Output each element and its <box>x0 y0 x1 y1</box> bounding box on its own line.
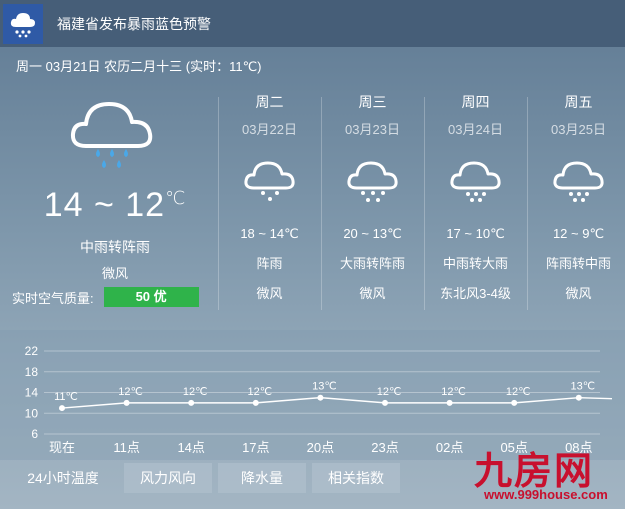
date-line: 周一 03月21日 农历二月十三 (实时：11℃) <box>16 59 262 74</box>
forecast-day-thu: 周四 03月24日 17 ~ 10℃ 中雨转大雨 东北风3-4级 <box>424 90 527 302</box>
aqi-label: 实时空气质量: <box>12 290 94 306</box>
temperature-line-tail <box>578 396 613 400</box>
rain-cloud-icon <box>550 158 608 206</box>
forecast-wind: 微风 <box>565 286 592 301</box>
x-tick-label: 现在 <box>49 440 75 455</box>
forecast-day-date: 03月24日 <box>448 122 503 137</box>
temperature-point <box>123 399 130 406</box>
y-tick-label: 22 <box>25 344 39 358</box>
alert-bar[interactable]: 福建省发布暴雨蓝色预警 <box>0 0 625 47</box>
watermark-logo: 九房网 www.999house.com <box>472 440 622 506</box>
chart-tabs: 24小时温度 风力风向 降水量 相关指数 <box>8 463 406 493</box>
data-label: 12℃ <box>377 386 402 398</box>
data-label: 12℃ <box>183 386 208 398</box>
data-label: 11℃ <box>54 391 78 403</box>
y-tick-label: 18 <box>25 365 39 379</box>
y-tick-label: 10 <box>25 406 39 420</box>
x-tick-label: 20点 <box>307 440 334 455</box>
forecast-day-name: 周四 <box>461 94 490 110</box>
data-label: 13℃ <box>312 381 337 393</box>
temperature-point <box>252 399 259 406</box>
today-temp-unit: ℃ <box>165 188 187 208</box>
x-tick-label: 14点 <box>177 440 204 455</box>
temperature-point <box>446 399 453 406</box>
rain-cloud-icon <box>64 94 164 179</box>
data-label: 12℃ <box>506 386 531 398</box>
forecast-desc: 阵雨转中雨 <box>545 256 611 271</box>
forecast-day-tue: 周二 03月22日 18 ~ 14℃ 阵雨 微风 <box>218 90 321 302</box>
data-label: 12℃ <box>441 386 466 398</box>
tab-24h-temperature[interactable]: 24小时温度 <box>8 463 118 493</box>
today-wind: 微风 <box>101 266 128 281</box>
today-temp-range: 14 ~ 12 <box>43 186 166 224</box>
forecast-day-date: 03月22日 <box>242 122 297 137</box>
forecast-temp: 12 ~ 9℃ <box>552 226 605 241</box>
forecast-day-date: 03月25日 <box>551 122 606 137</box>
alert-text[interactable]: 福建省发布暴雨蓝色预警 <box>57 14 211 34</box>
data-label: 12℃ <box>118 386 143 398</box>
forecast-wind: 微风 <box>256 286 283 301</box>
forecast-day-name: 周二 <box>255 94 284 110</box>
forecast-day-date: 03月23日 <box>345 122 400 137</box>
forecast-day-name: 周五 <box>564 94 593 110</box>
temperature-point <box>511 399 518 406</box>
rain-cloud-icon <box>447 158 505 206</box>
watermark-url: www.999house.com <box>484 487 608 502</box>
today-weather-desc: 中雨转阵雨 <box>80 239 150 255</box>
today-panel: 14 ~ 12℃ 中雨转阵雨 微风 实时空气质量: 50 优 <box>0 90 230 310</box>
temperature-point <box>382 399 388 406</box>
tab-precipitation[interactable]: 降水量 <box>218 463 306 493</box>
forecast-temp: 17 ~ 10℃ <box>446 226 505 241</box>
heavy-rain-cloud-icon <box>344 158 402 206</box>
forecast-wind: 微风 <box>359 286 386 301</box>
forecast-temp: 18 ~ 14℃ <box>240 226 299 241</box>
forecast-desc: 阵雨 <box>256 256 283 271</box>
forecast-wind: 东北风3-4级 <box>440 286 511 301</box>
forecast-temp: 20 ~ 13℃ <box>343 226 402 241</box>
forecast-desc: 中雨转大雨 <box>442 256 508 271</box>
tab-wind[interactable]: 风力风向 <box>124 463 212 493</box>
temperature-point <box>317 394 324 401</box>
y-tick-label: 14 <box>25 386 39 400</box>
y-tick-label: 6 <box>31 427 38 441</box>
x-tick-label: 17点 <box>242 440 269 455</box>
aqi-badge[interactable]: 50 优 <box>103 287 199 307</box>
x-tick-label: 23点 <box>371 440 398 455</box>
today-temperature: 14 ~ 12℃ <box>0 186 230 225</box>
light-rain-cloud-icon <box>241 158 299 206</box>
x-tick-label: 11点 <box>113 440 140 455</box>
temperature-point <box>188 399 195 406</box>
data-label: 12℃ <box>248 386 273 398</box>
tab-indices[interactable]: 相关指数 <box>312 463 400 493</box>
forecast-desc: 大雨转阵雨 <box>339 256 405 271</box>
forecast-day-wed: 周三 03月23日 20 ~ 13℃ 大雨转阵雨 微风 <box>321 90 424 302</box>
aqi-row: 实时空气质量: 50 优 <box>12 287 199 307</box>
forecast-day-name: 周三 <box>358 94 387 110</box>
x-tick-label: 02点 <box>436 440 463 455</box>
temperature-point <box>575 394 582 401</box>
temperature-point <box>59 405 65 412</box>
rain-cloud-icon <box>3 3 43 44</box>
data-label: 13℃ <box>571 381 596 393</box>
forecast-day-fri: 周五 03月25日 12 ~ 9℃ 阵雨转中雨 微风 <box>527 90 625 302</box>
